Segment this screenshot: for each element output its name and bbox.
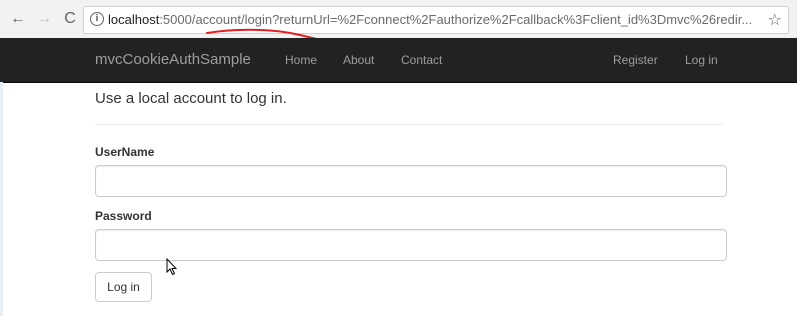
reload-icon[interactable]: C: [60, 9, 80, 29]
url-path: :5000/account/login?returnUrl=%2Fconnect…: [159, 12, 753, 27]
divider: [95, 124, 723, 125]
password-input[interactable]: [95, 229, 727, 261]
password-label: Password: [95, 209, 152, 223]
window-edge: [0, 82, 3, 316]
form-lead-text: Use a local account to log in.: [95, 90, 287, 107]
nav-register[interactable]: Register: [613, 53, 658, 67]
mouse-cursor-icon: [166, 258, 178, 276]
forward-icon[interactable]: →: [34, 9, 54, 29]
login-button[interactable]: Log in: [95, 272, 152, 302]
nav-contact[interactable]: Contact: [401, 53, 442, 67]
info-icon[interactable]: i: [90, 12, 104, 26]
site-navbar: mvcCookieAuthSample Home About Contact R…: [0, 38, 797, 83]
nav-about[interactable]: About: [343, 53, 374, 67]
brand-link[interactable]: mvcCookieAuthSample: [95, 51, 251, 68]
url-host: localhost: [108, 12, 160, 27]
nav-home[interactable]: Home: [285, 53, 317, 67]
nav-login[interactable]: Log in: [685, 53, 718, 67]
bookmark-star-icon[interactable]: ☆: [768, 10, 782, 29]
address-bar[interactable]: i localhost:5000/account/login?returnUrl…: [83, 6, 789, 34]
url-text[interactable]: localhost:5000/account/login?returnUrl=%…: [108, 11, 758, 29]
browser-toolbar: ← → C i localhost:5000/account/login?ret…: [0, 0, 797, 39]
username-label: UserName: [95, 145, 155, 159]
back-icon[interactable]: ←: [8, 9, 28, 29]
username-input[interactable]: [95, 165, 727, 197]
